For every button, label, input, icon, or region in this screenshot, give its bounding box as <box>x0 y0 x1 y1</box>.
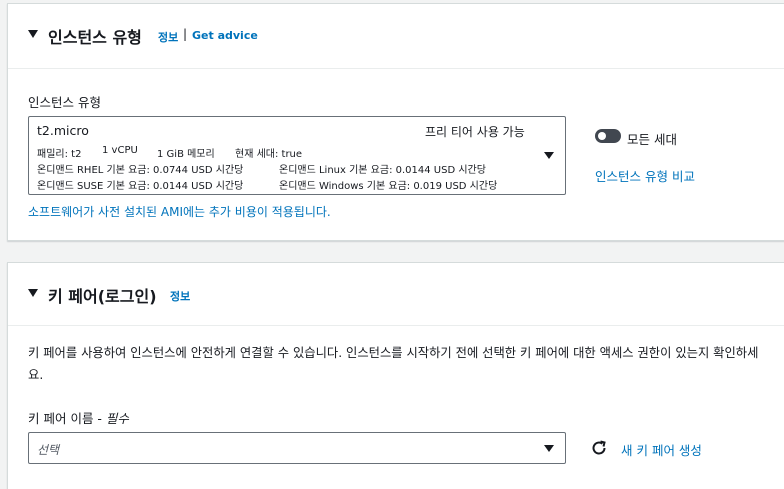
instance-type-header: 인스턴스 유형 정보 | Get advice <box>8 4 784 69</box>
price-rhel: 온디맨드 RHEL 기본 요금: 0.0744 USD 시간당 <box>37 165 244 176</box>
key-pair-select-placeholder: 선택 <box>37 443 60 457</box>
collapse-caret-icon[interactable] <box>28 30 38 38</box>
spec-family: 패밀리: t2 <box>37 149 82 160</box>
collapse-caret-icon[interactable] <box>28 289 38 297</box>
all-generations-toggle[interactable] <box>595 129 621 143</box>
header-divider: | <box>183 27 188 41</box>
refresh-icon[interactable] <box>590 439 608 457</box>
dropdown-arrow-icon <box>544 152 554 159</box>
toggle-knob-icon <box>598 132 606 140</box>
all-generations-label: 모든 세대 <box>627 132 677 147</box>
instance-type-panel: 인스턴스 유형 정보 | Get advice 인스턴스 유형 t2.micro… <box>7 3 784 241</box>
instance-type-title: 인스턴스 유형 <box>48 28 142 47</box>
key-pair-title: 키 페어(로그인) <box>48 287 157 306</box>
key-pair-description: 키 페어를 사용하여 인스턴스에 안전하게 연결할 수 있습니다. 인스턴스를 … <box>28 346 759 382</box>
price-linux: 온디맨드 Linux 기본 요금: 0.0144 USD 시간당 <box>279 165 486 176</box>
spec-current-gen: 현재 세대: true <box>235 149 303 160</box>
key-pair-field-label: 키 페어 이름 - 필수 <box>28 408 129 427</box>
free-tier-badge: 프리 티어 사용 가능 <box>425 125 525 139</box>
get-advice-link[interactable]: Get advice <box>192 29 258 42</box>
dropdown-arrow-icon <box>544 445 554 452</box>
ami-cost-note[interactable]: 소프트웨어가 사전 설치된 AMI에는 추가 비용이 적용됩니다. <box>28 203 331 220</box>
required-marker: 필수 <box>105 411 129 426</box>
instance-type-info-link[interactable]: 정보 <box>158 29 178 45</box>
key-pair-select[interactable]: 선택 <box>28 432 566 464</box>
key-pair-field-label-text: 키 페어 이름 - <box>28 411 106 426</box>
instance-type-name: t2.micro <box>37 123 89 138</box>
key-pair-header: 키 페어(로그인) 정보 <box>8 263 784 326</box>
spec-vcpu: 1 vCPU <box>102 145 138 156</box>
price-windows: 온디맨드 Windows 기본 요금: 0.019 USD 시간당 <box>279 181 498 192</box>
create-key-pair-link[interactable]: 새 키 페어 생성 <box>621 440 702 459</box>
instance-type-field-label: 인스턴스 유형 <box>28 95 101 110</box>
key-pair-panel: 키 페어(로그인) 정보 키 페어를 사용하여 인스턴스에 안전하게 연결할 수… <box>7 262 784 489</box>
price-suse: 온디맨드 SUSE 기본 요금: 0.0144 USD 시간당 <box>37 181 244 192</box>
spec-memory: 1 GiB 메모리 <box>157 149 215 160</box>
compare-instance-types-link[interactable]: 인스턴스 유형 비교 <box>595 166 695 185</box>
key-pair-info-link[interactable]: 정보 <box>170 288 190 304</box>
instance-type-select[interactable]: t2.micro 프리 티어 사용 가능 패밀리: t2 1 vCPU 1 Gi… <box>28 116 566 195</box>
